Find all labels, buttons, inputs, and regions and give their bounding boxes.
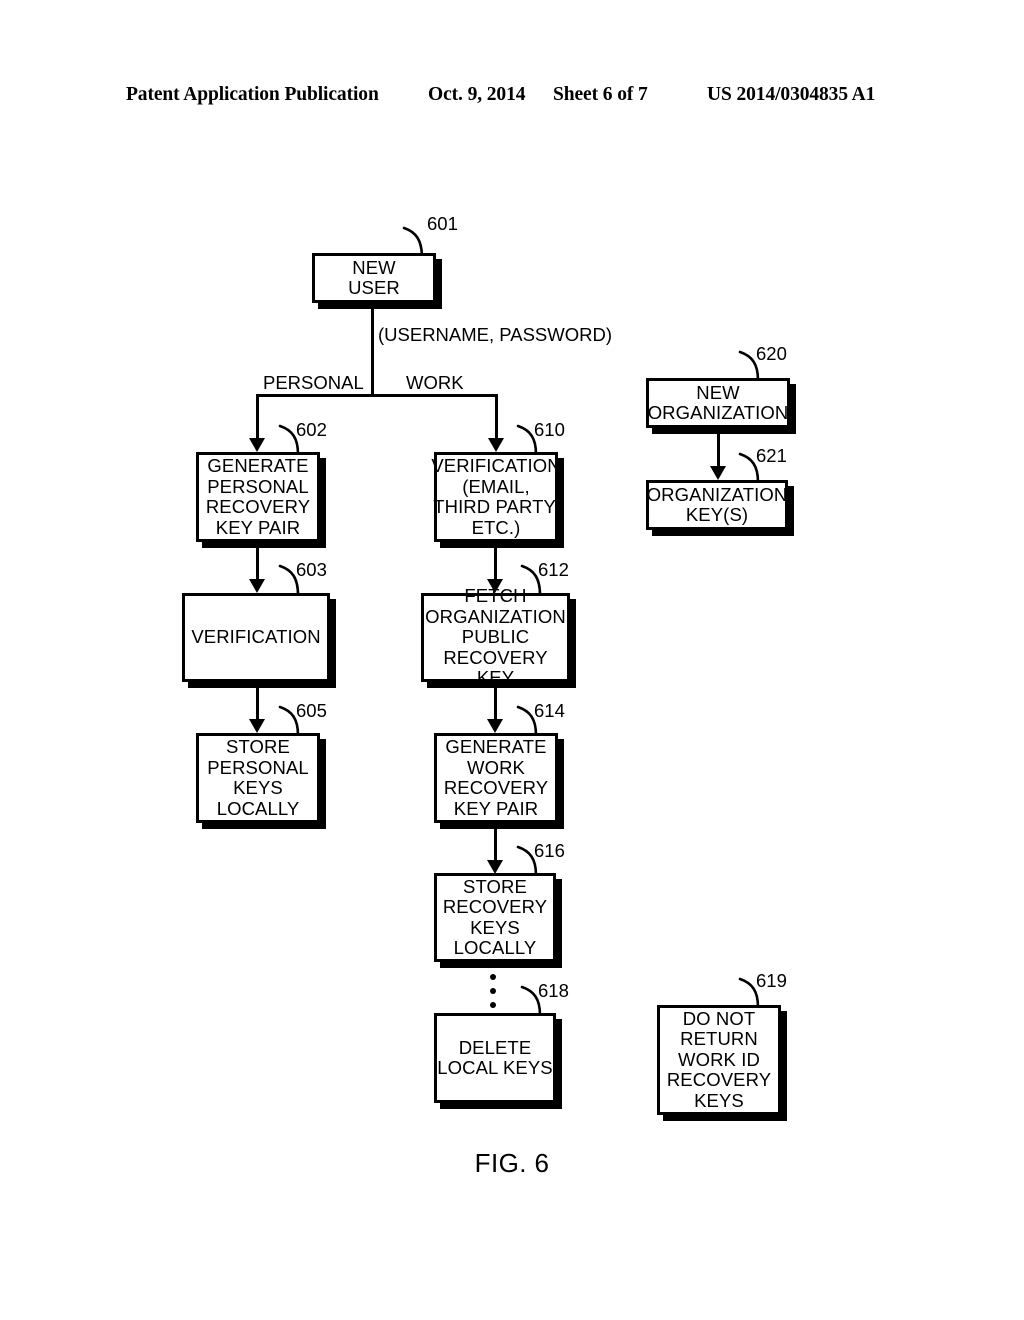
- arrowhead-to-610: [488, 438, 504, 452]
- refnum-621: 621: [756, 445, 787, 466]
- connector-602-to-603: [256, 548, 259, 579]
- node-new-user-label: NEW USER: [348, 256, 400, 298]
- refnum-602: 602: [296, 419, 327, 440]
- node-610-label: VERIFICATION (EMAIL, THIRD PARTY, ETC.): [431, 455, 561, 538]
- refnum-616: 616: [534, 840, 565, 861]
- node-612-label: FETCH ORGANIZATION PUBLIC RECOVERY KEY: [425, 585, 566, 689]
- ellipsis-dot: [490, 1002, 496, 1008]
- connector-612-to-614: [494, 688, 497, 719]
- node-organization-keys: ORGANIZATION KEY(S): [646, 480, 788, 530]
- edge-label-credentials: (USERNAME, PASSWORD): [378, 324, 613, 345]
- arrowhead-to-621: [710, 466, 726, 480]
- connector-614-to-616: [494, 829, 497, 860]
- connector-to-602: [256, 394, 259, 438]
- node-store-recovery-keys-locally: STORE RECOVERY KEYS LOCALLY: [434, 873, 556, 962]
- connector-split-bar: [256, 394, 498, 397]
- node-generate-work-recovery-key-pair: GENERATE WORK RECOVERY KEY PAIR: [434, 733, 558, 823]
- node-603-label: VERIFICATION: [191, 626, 321, 648]
- refnum-619: 619: [756, 970, 787, 991]
- arrowhead-to-614: [487, 719, 503, 733]
- refnum-601: 601: [427, 213, 458, 234]
- refnum-614: 614: [534, 700, 565, 721]
- arrowhead-to-603: [249, 579, 265, 593]
- node-store-personal-keys-locally: STORE PERSONAL KEYS LOCALLY: [196, 733, 320, 823]
- node-621-label: ORGANIZATION KEY(S): [646, 483, 788, 525]
- patent-figure-6: NEW USER 601 (USERNAME, PASSWORD) PERSON…: [0, 0, 1024, 1320]
- node-620-label: NEW ORGANIZATION: [647, 381, 789, 423]
- connector-new-user-trunk: [371, 303, 374, 396]
- refnum-603: 603: [296, 559, 327, 580]
- node-new-organization: NEW ORGANIZATION: [646, 378, 790, 428]
- node-619-label: DO NOT RETURN WORK ID RECOVERY KEYS: [666, 1007, 772, 1111]
- edge-label-personal: PERSONAL: [263, 372, 364, 393]
- node-verification-work: VERIFICATION (EMAIL, THIRD PARTY, ETC.): [431, 452, 561, 542]
- node-delete-local-keys: DELETE LOCAL KEYS: [434, 1013, 556, 1103]
- node-602-label: GENERATE PERSONAL RECOVERY KEY PAIR: [205, 455, 311, 538]
- node-do-not-return-work-id-recovery-keys: DO NOT RETURN WORK ID RECOVERY KEYS: [657, 1005, 781, 1115]
- node-614-label: GENERATE WORK RECOVERY KEY PAIR: [443, 736, 549, 819]
- connector-to-610: [495, 394, 498, 438]
- connector-603-to-605: [256, 688, 259, 719]
- arrowhead-to-602: [249, 438, 265, 452]
- node-verification-personal: VERIFICATION: [182, 593, 330, 682]
- node-generate-personal-recovery-key-pair: GENERATE PERSONAL RECOVERY KEY PAIR: [196, 452, 320, 542]
- refnum-612: 612: [538, 559, 569, 580]
- node-618-label: DELETE LOCAL KEYS: [437, 1036, 553, 1078]
- node-616-label: STORE RECOVERY KEYS LOCALLY: [442, 875, 548, 958]
- arrowhead-to-605: [249, 719, 265, 733]
- arrowhead-to-616: [487, 860, 503, 874]
- refnum-620: 620: [756, 343, 787, 364]
- node-605-label: STORE PERSONAL KEYS LOCALLY: [207, 736, 309, 819]
- refnum-618: 618: [538, 980, 569, 1001]
- node-fetch-organization-public-recovery-key: FETCH ORGANIZATION PUBLIC RECOVERY KEY: [421, 586, 570, 688]
- vertical-ellipsis-616-618: [489, 974, 497, 1008]
- connector-610-to-612: [494, 548, 497, 579]
- ellipsis-dot: [490, 974, 496, 980]
- refnum-610: 610: [534, 419, 565, 440]
- refnum-605: 605: [296, 700, 327, 721]
- figure-caption: FIG. 6: [474, 1148, 550, 1178]
- connector-620-to-621: [717, 434, 720, 466]
- node-new-user: NEW USER: [312, 253, 436, 303]
- ellipsis-dot: [490, 988, 496, 994]
- edge-label-work: WORK: [406, 372, 464, 393]
